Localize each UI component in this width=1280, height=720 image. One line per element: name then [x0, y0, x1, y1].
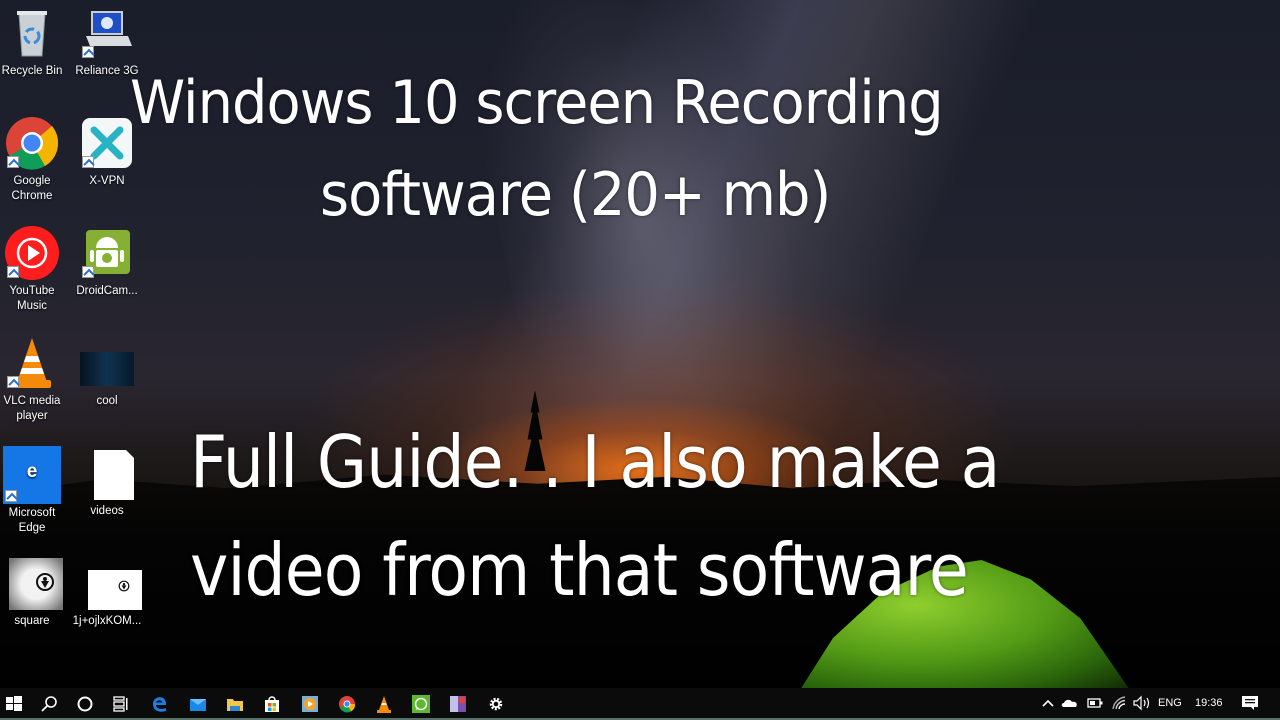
chrome-icon: [5, 116, 59, 170]
speaker-icon: [1133, 695, 1150, 711]
mail-icon: [190, 699, 206, 711]
windows-logo-icon: [6, 696, 22, 711]
gear-icon: [489, 697, 503, 711]
image-thumbnail-icon: [5, 556, 63, 610]
desktop-icon-vlc[interactable]: VLC media player: [0, 336, 67, 424]
desktop-icon-google-chrome[interactable]: Google Chrome: [0, 116, 67, 204]
desktop-icon-square[interactable]: square: [0, 556, 67, 629]
search-icon: [41, 696, 57, 712]
battery-icon: [1087, 698, 1103, 708]
task-view-icon: [113, 696, 128, 712]
desktop-icon-label: 1j+ojlxKOM...: [72, 615, 142, 627]
taskbar: ENG 19:36: [0, 688, 1280, 720]
blank-file-icon: [80, 446, 134, 500]
shortcut-arrow-icon: [82, 266, 94, 278]
media-player-icon: [302, 696, 318, 712]
desktop-icon-label: cool: [96, 395, 118, 407]
task-view-button[interactable]: [111, 694, 131, 714]
edge-icon: e: [3, 446, 61, 504]
desktop-icon-label: DroidCam...: [76, 285, 138, 297]
youtube-music-icon: [5, 226, 59, 280]
desktop-icon-videos[interactable]: videos: [72, 446, 142, 519]
chevron-up-icon: [1042, 699, 1054, 707]
xvpn-icon: [80, 116, 134, 170]
caption-line-4: video from that software: [190, 528, 969, 612]
desktop-icon-label: Recycle Bin: [1, 65, 63, 77]
desktop-icon-youtube-music[interactable]: YouTube Music: [0, 226, 67, 314]
image-thumbnail-icon: [80, 556, 142, 610]
shortcut-arrow-icon: [7, 156, 19, 168]
shortcut-arrow-icon: [5, 490, 17, 502]
desktop-icon-label: VLC media player: [3, 395, 61, 422]
store-icon: [265, 696, 279, 712]
folder-icon: [227, 699, 243, 711]
clock[interactable]: 19:36: [1195, 688, 1223, 718]
whatsapp-icon: [412, 695, 430, 713]
shortcut-arrow-icon: [7, 376, 19, 388]
cortana-button[interactable]: [75, 694, 95, 714]
desktop-icon-droidcam[interactable]: DroidCam...: [72, 226, 142, 299]
edge-icon: [153, 697, 166, 712]
network-tray[interactable]: [1110, 688, 1128, 718]
desktop-icon-microsoft-edge[interactable]: e Microsoft Edge: [0, 446, 67, 536]
chrome-taskbar[interactable]: [337, 694, 357, 714]
wifi-icon: [1112, 696, 1126, 710]
vlc-icon: [377, 696, 391, 713]
notification-icon: [1242, 696, 1258, 710]
recycle-bin-icon: [5, 6, 59, 60]
settings-taskbar[interactable]: [486, 694, 506, 714]
vlc-taskbar[interactable]: [374, 694, 394, 714]
edge-taskbar[interactable]: [150, 694, 170, 714]
cloud-icon: [1061, 699, 1077, 707]
language-indicator[interactable]: ENG: [1158, 688, 1182, 718]
desktop-icon-label: Google Chrome: [11, 175, 53, 202]
desktop-icon-image-file[interactable]: 1j+ojlxKOM...: [72, 556, 142, 629]
photo-app-taskbar[interactable]: [448, 694, 468, 714]
desktop-icon-label: Microsoft Edge: [8, 507, 56, 534]
whatsapp-taskbar[interactable]: [411, 694, 431, 714]
image-thumbnail-icon: [80, 336, 134, 390]
vlc-icon: [5, 336, 59, 390]
desktop-icon-label: square: [14, 615, 50, 627]
photo-app-icon: [450, 696, 466, 712]
circle-icon: [77, 696, 93, 712]
shortcut-arrow-icon: [7, 266, 19, 278]
store-taskbar[interactable]: [262, 694, 282, 714]
desktop-icon-cool[interactable]: cool: [72, 336, 142, 409]
desktop-icon-label: X-VPN: [89, 175, 125, 187]
action-center-button[interactable]: [1240, 688, 1260, 718]
caption-line-2: software (20+ mb): [320, 160, 831, 230]
chrome-icon: [339, 696, 356, 713]
desktop-wallpaper: Recycle Bin Reliance 3G Google Chrome X-…: [0, 0, 1280, 688]
show-hidden-icons-button[interactable]: [1040, 688, 1056, 718]
shortcut-arrow-icon: [82, 156, 94, 168]
caption-line-3: Full Guide. . I also make a: [190, 420, 1000, 504]
onedrive-tray[interactable]: [1060, 688, 1080, 718]
mail-taskbar[interactable]: [188, 694, 208, 714]
shortcut-arrow-icon: [82, 46, 94, 58]
start-button[interactable]: [4, 694, 24, 714]
desktop-icon-recycle-bin[interactable]: Recycle Bin: [0, 6, 67, 79]
file-explorer-taskbar[interactable]: [225, 694, 245, 714]
battery-tray[interactable]: [1086, 688, 1104, 718]
volume-tray[interactable]: [1132, 688, 1152, 718]
droidcam-icon: [80, 226, 134, 280]
media-player-taskbar[interactable]: [300, 694, 320, 714]
desktop-icon-label: YouTube Music: [9, 285, 55, 312]
desktop-icon-label: videos: [90, 505, 124, 517]
search-button[interactable]: [39, 694, 59, 714]
caption-line-1: Windows 10 screen Recording: [130, 68, 944, 138]
laptop-icon: [80, 6, 134, 60]
